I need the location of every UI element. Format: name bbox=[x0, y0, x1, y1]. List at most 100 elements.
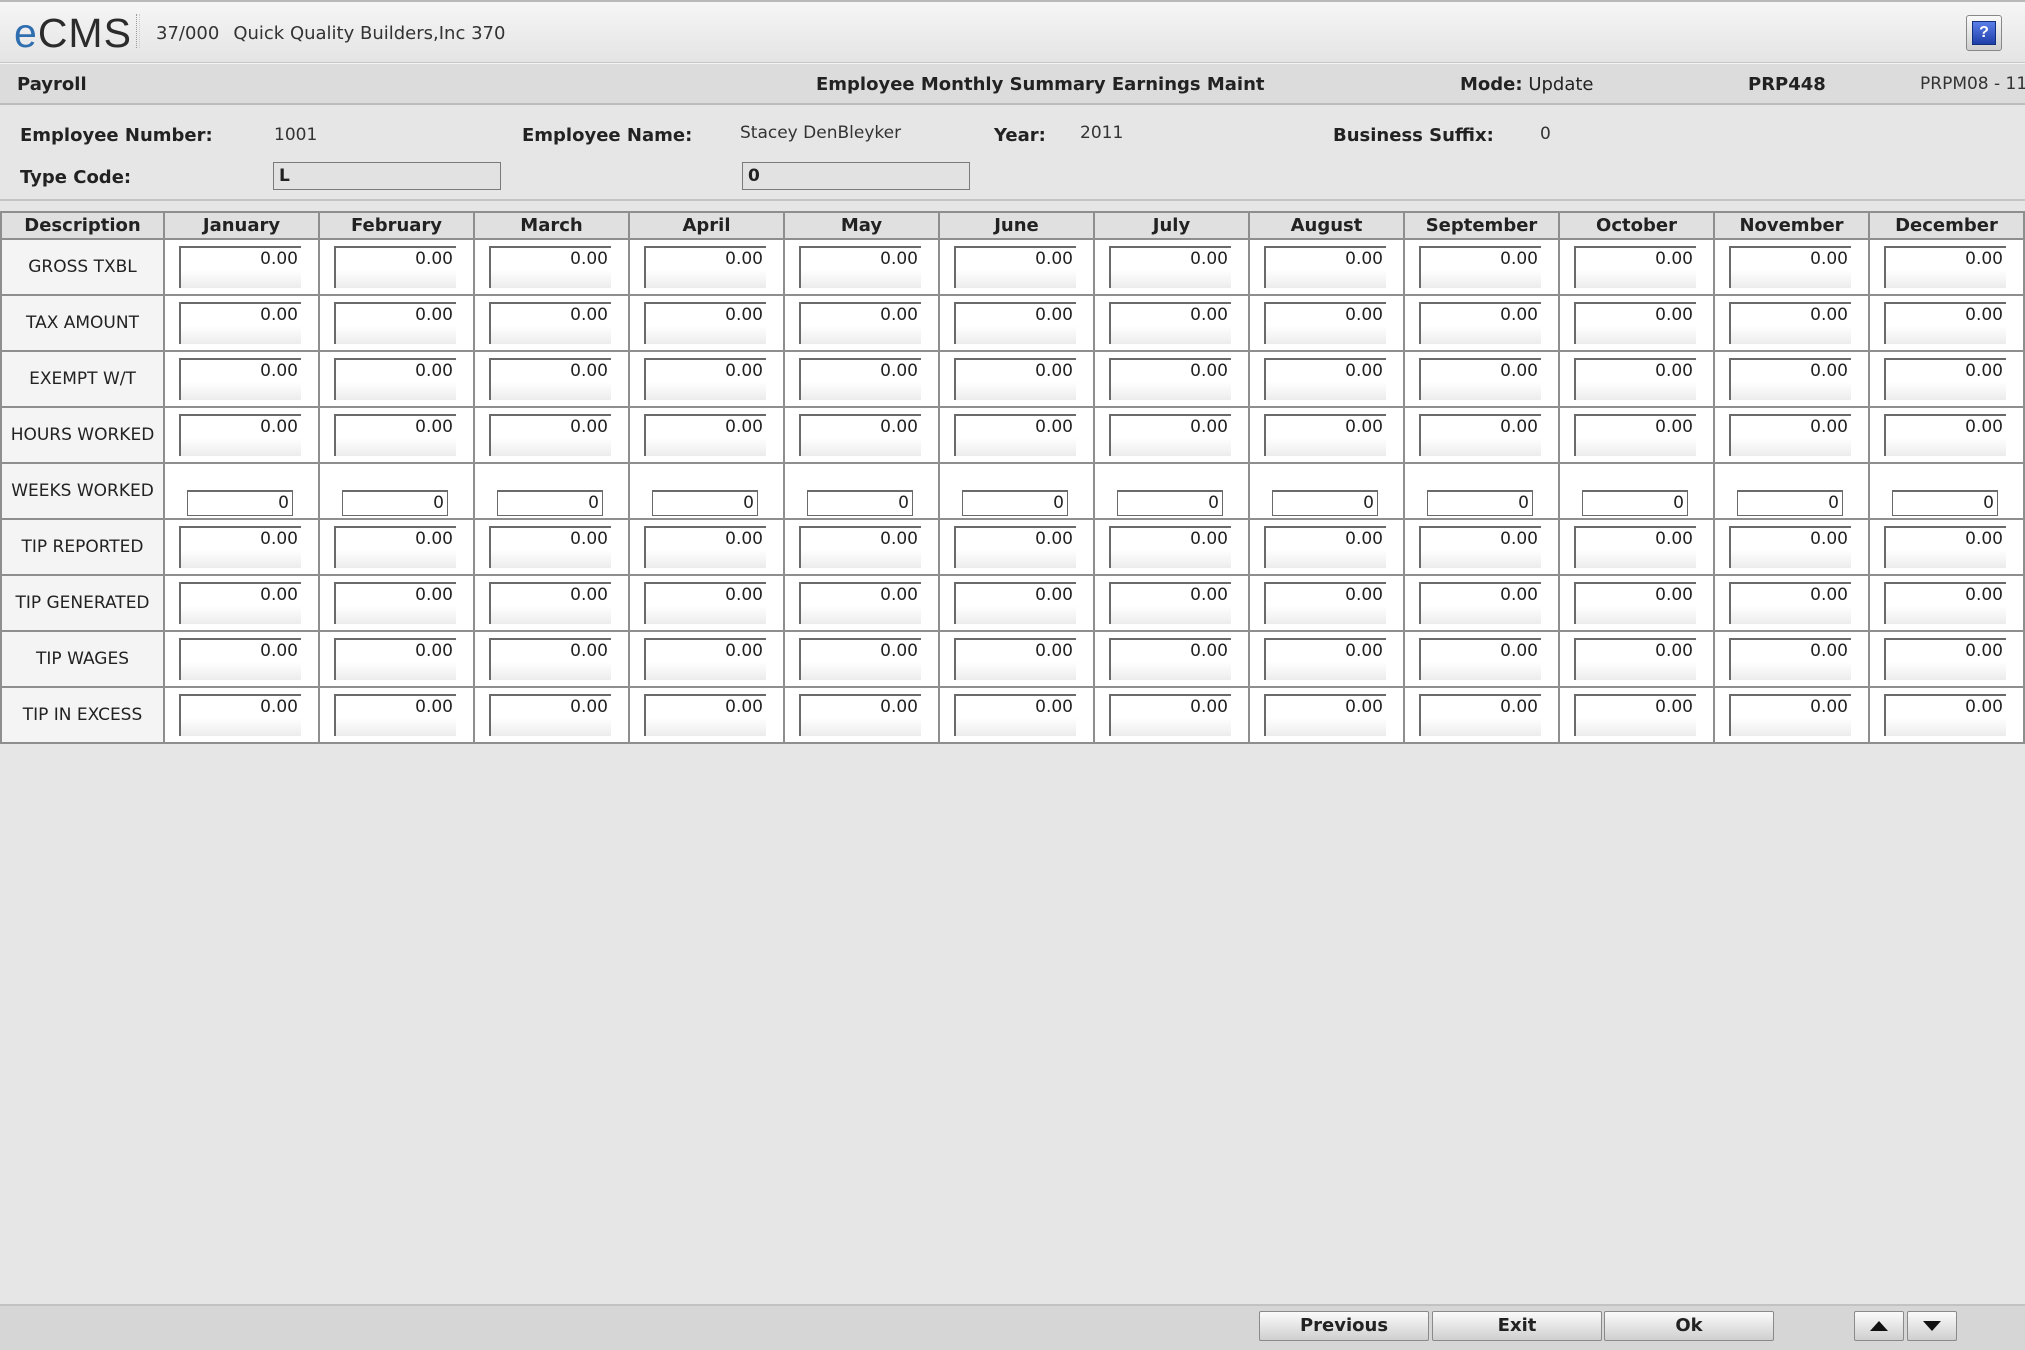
amount-input-december[interactable]: 0.00 bbox=[1884, 414, 2006, 456]
amount-input-march[interactable]: 0.00 bbox=[489, 358, 611, 400]
amount-input-july[interactable]: 0.00 bbox=[1109, 358, 1231, 400]
amount-input-june[interactable]: 0.00 bbox=[954, 358, 1076, 400]
amount-input-december[interactable]: 0.00 bbox=[1884, 246, 2006, 288]
amount-input-august[interactable]: 0.00 bbox=[1264, 694, 1386, 736]
amount-input-january[interactable]: 0.00 bbox=[179, 302, 301, 344]
amount-input-february[interactable]: 0.00 bbox=[334, 694, 456, 736]
amount-input-june[interactable]: 0.00 bbox=[954, 694, 1076, 736]
amount-input-november[interactable]: 0.00 bbox=[1729, 638, 1851, 680]
amount-input-october[interactable]: 0.00 bbox=[1574, 694, 1696, 736]
amount-input-august[interactable]: 0.00 bbox=[1264, 526, 1386, 568]
amount-input-june[interactable]: 0.00 bbox=[954, 414, 1076, 456]
amount-input-september[interactable]: 0.00 bbox=[1419, 246, 1541, 288]
amount-input-march[interactable]: 0.00 bbox=[489, 526, 611, 568]
amount-input-april[interactable]: 0.00 bbox=[644, 302, 766, 344]
amount-input-may[interactable]: 0.00 bbox=[799, 526, 921, 568]
amount-input-march[interactable]: 0.00 bbox=[489, 246, 611, 288]
amount-input-february[interactable]: 0.00 bbox=[334, 638, 456, 680]
amount-input-july[interactable]: 0.00 bbox=[1109, 414, 1231, 456]
amount-input-january[interactable]: 0.00 bbox=[179, 358, 301, 400]
amount-input-february[interactable]: 0 bbox=[342, 490, 448, 516]
amount-input-november[interactable]: 0.00 bbox=[1729, 302, 1851, 344]
amount-input-february[interactable]: 0.00 bbox=[334, 582, 456, 624]
amount-input-october[interactable]: 0.00 bbox=[1574, 302, 1696, 344]
amount-input-september[interactable]: 0.00 bbox=[1419, 526, 1541, 568]
amount-input-october[interactable]: 0.00 bbox=[1574, 246, 1696, 288]
amount-input-october[interactable]: 0 bbox=[1582, 490, 1688, 516]
amount-input-april[interactable]: 0.00 bbox=[644, 526, 766, 568]
amount-input-august[interactable]: 0.00 bbox=[1264, 358, 1386, 400]
amount-input-august[interactable]: 0.00 bbox=[1264, 638, 1386, 680]
amount-input-february[interactable]: 0.00 bbox=[334, 246, 456, 288]
amount-input-october[interactable]: 0.00 bbox=[1574, 414, 1696, 456]
amount-input-december[interactable]: 0.00 bbox=[1884, 694, 2006, 736]
amount-input-january[interactable]: 0.00 bbox=[179, 414, 301, 456]
amount-input-february[interactable]: 0.00 bbox=[334, 358, 456, 400]
amount-input-may[interactable]: 0.00 bbox=[799, 638, 921, 680]
amount-input-november[interactable]: 0 bbox=[1737, 490, 1843, 516]
amount-input-november[interactable]: 0.00 bbox=[1729, 526, 1851, 568]
amount-input-june[interactable]: 0.00 bbox=[954, 526, 1076, 568]
amount-input-march[interactable]: 0.00 bbox=[489, 582, 611, 624]
amount-input-august[interactable]: 0.00 bbox=[1264, 302, 1386, 344]
amount-input-december[interactable]: 0.00 bbox=[1884, 358, 2006, 400]
amount-input-october[interactable]: 0.00 bbox=[1574, 358, 1696, 400]
amount-input-june[interactable]: 0.00 bbox=[954, 302, 1076, 344]
amount-input-january[interactable]: 0.00 bbox=[179, 694, 301, 736]
amount-input-november[interactable]: 0.00 bbox=[1729, 246, 1851, 288]
amount-input-january[interactable]: 0.00 bbox=[179, 526, 301, 568]
amount-input-may[interactable]: 0 bbox=[807, 490, 913, 516]
amount-input-april[interactable]: 0.00 bbox=[644, 414, 766, 456]
amount-input-march[interactable]: 0.00 bbox=[489, 638, 611, 680]
amount-input-april[interactable]: 0.00 bbox=[644, 638, 766, 680]
amount-input-january[interactable]: 0.00 bbox=[179, 582, 301, 624]
amount-input-april[interactable]: 0.00 bbox=[644, 358, 766, 400]
amount-input-may[interactable]: 0.00 bbox=[799, 582, 921, 624]
previous-button[interactable]: Previous bbox=[1259, 1311, 1429, 1341]
amount-input-september[interactable]: 0 bbox=[1427, 490, 1533, 516]
amount-input-may[interactable]: 0.00 bbox=[799, 302, 921, 344]
amount-input-october[interactable]: 0.00 bbox=[1574, 526, 1696, 568]
amount-input-november[interactable]: 0.00 bbox=[1729, 414, 1851, 456]
amount-input-may[interactable]: 0.00 bbox=[799, 694, 921, 736]
amount-input-september[interactable]: 0.00 bbox=[1419, 358, 1541, 400]
amount-input-december[interactable]: 0.00 bbox=[1884, 582, 2006, 624]
amount-input-july[interactable]: 0.00 bbox=[1109, 694, 1231, 736]
amount-input-september[interactable]: 0.00 bbox=[1419, 638, 1541, 680]
scroll-down-button[interactable] bbox=[1907, 1311, 1957, 1341]
amount-input-july[interactable]: 0.00 bbox=[1109, 246, 1231, 288]
type-code-field[interactable]: L bbox=[273, 162, 501, 190]
amount-input-august[interactable]: 0.00 bbox=[1264, 414, 1386, 456]
amount-input-april[interactable]: 0.00 bbox=[644, 694, 766, 736]
amount-input-march[interactable]: 0.00 bbox=[489, 694, 611, 736]
amount-input-june[interactable]: 0.00 bbox=[954, 582, 1076, 624]
amount-input-january[interactable]: 0 bbox=[187, 490, 293, 516]
amount-input-march[interactable]: 0.00 bbox=[489, 302, 611, 344]
amount-input-september[interactable]: 0.00 bbox=[1419, 302, 1541, 344]
amount-input-july[interactable]: 0 bbox=[1117, 490, 1223, 516]
amount-input-june[interactable]: 0.00 bbox=[954, 246, 1076, 288]
amount-input-june[interactable]: 0.00 bbox=[954, 638, 1076, 680]
amount-input-january[interactable]: 0.00 bbox=[179, 246, 301, 288]
ok-button[interactable]: Ok bbox=[1604, 1311, 1774, 1341]
amount-input-november[interactable]: 0.00 bbox=[1729, 694, 1851, 736]
amount-input-september[interactable]: 0.00 bbox=[1419, 414, 1541, 456]
amount-input-december[interactable]: 0 bbox=[1892, 490, 1998, 516]
amount-input-june[interactable]: 0 bbox=[962, 490, 1068, 516]
exit-button[interactable]: Exit bbox=[1432, 1311, 1602, 1341]
amount-input-april[interactable]: 0 bbox=[652, 490, 758, 516]
amount-input-july[interactable]: 0.00 bbox=[1109, 582, 1231, 624]
amount-input-september[interactable]: 0.00 bbox=[1419, 694, 1541, 736]
amount-input-december[interactable]: 0.00 bbox=[1884, 638, 2006, 680]
help-button[interactable]: ? bbox=[1966, 15, 2002, 51]
amount-input-august[interactable]: 0.00 bbox=[1264, 246, 1386, 288]
amount-input-february[interactable]: 0.00 bbox=[334, 526, 456, 568]
amount-input-march[interactable]: 0.00 bbox=[489, 414, 611, 456]
amount-input-december[interactable]: 0.00 bbox=[1884, 526, 2006, 568]
scroll-up-button[interactable] bbox=[1854, 1311, 1904, 1341]
amount-input-october[interactable]: 0.00 bbox=[1574, 582, 1696, 624]
amount-input-july[interactable]: 0.00 bbox=[1109, 526, 1231, 568]
amount-input-july[interactable]: 0.00 bbox=[1109, 302, 1231, 344]
amount-input-may[interactable]: 0.00 bbox=[799, 246, 921, 288]
amount-input-november[interactable]: 0.00 bbox=[1729, 582, 1851, 624]
